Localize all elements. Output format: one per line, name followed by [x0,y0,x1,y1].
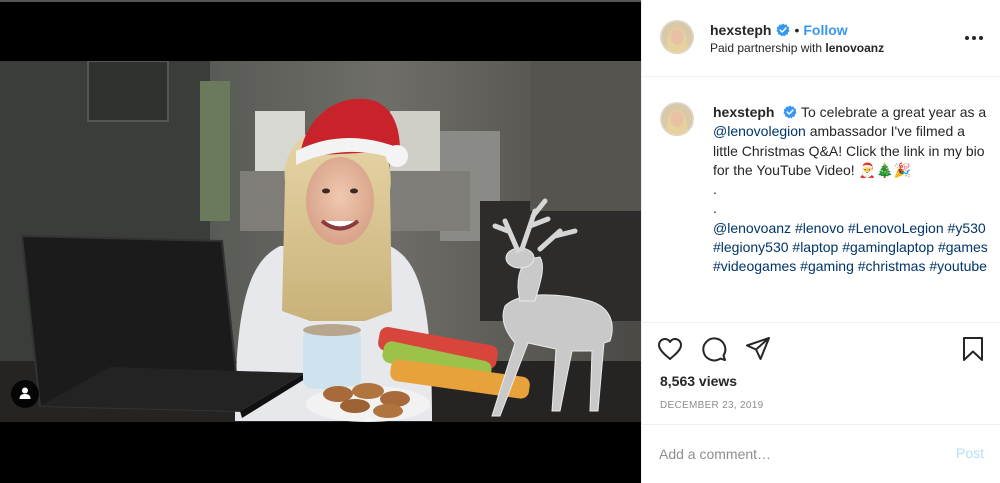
caption-dot-line: . [713,200,717,217]
comment-icon[interactable] [700,335,728,363]
post-caption: hexsteph To celebrate a great year as a … [713,103,988,277]
caption-emoji: 🎅🎄🎉 [858,161,911,178]
media-viewer [0,0,641,483]
hashtag-link[interactable]: #videogames [713,258,796,274]
post-date[interactable]: December 23, 2019 [660,400,763,411]
hashtag-link[interactable]: #laptop [792,239,838,255]
hashtag-link[interactable]: #christmas [858,258,926,274]
heart-icon[interactable] [656,335,684,363]
post-details-panel: hexsteph • Follow Paid partnership with … [641,0,1000,483]
separator-dot: • [794,22,800,38]
share-icon[interactable] [744,335,772,363]
author-avatar[interactable] [660,20,694,54]
user-tags-button[interactable] [11,380,39,408]
caption-author-avatar[interactable] [660,102,694,136]
header-user-row: hexsteph • Follow [710,22,848,38]
comment-input[interactable] [659,443,929,465]
author-username[interactable]: hexsteph [710,22,771,38]
hashtag-link[interactable]: #gaminglaptop [842,239,934,255]
follow-button[interactable]: Follow [803,22,847,38]
more-options-icon[interactable] [963,28,985,48]
hashtag-link[interactable]: #y530 [948,220,986,236]
hashtag-link[interactable]: @lenovoanz [713,220,791,236]
caption-text-1: To celebrate a great year as a [801,104,987,120]
instagram-post: hexsteph • Follow Paid partnership with … [0,0,1000,483]
verified-badge-icon [783,105,797,119]
hashtag-link[interactable]: #gaming [800,258,854,274]
caption-dot-line: . [713,181,717,198]
action-bar [656,335,772,363]
view-count[interactable]: 8,563 views [660,373,737,389]
post-comment-button[interactable]: Post [956,445,984,461]
hashtag-link[interactable]: #lenovo [795,220,844,236]
verified-badge-icon [776,23,790,37]
video-frame-image [0,61,641,422]
hashtag-link[interactable]: #legiony530 [713,239,789,255]
caption-mention-link[interactable]: @lenovolegion [713,123,806,139]
partner-link[interactable]: lenovoanz [825,41,884,55]
post-header: hexsteph • Follow Paid partnership with … [642,0,1000,77]
hashtag-link[interactable]: #games [938,239,988,255]
caption-hashtags: @lenovoanz #lenovo #LenovoLegion #y530 #… [713,219,988,277]
comment-form: Post [642,424,1000,483]
paid-partnership-label: Paid partnership with lenovoanz [710,41,884,55]
bookmark-icon[interactable] [959,335,987,363]
caption-username[interactable]: hexsteph [713,104,774,120]
hashtag-link[interactable]: #LenovoLegion [848,220,944,236]
video-player[interactable] [0,61,641,422]
user-tag-icon [18,386,32,403]
media-top-divider [0,0,641,2]
caption-section: hexsteph To celebrate a great year as a … [642,78,1000,322]
post-actions-section: 8,563 views December 23, 2019 [642,322,1000,411]
partnership-prefix: Paid partnership with [710,41,823,55]
hashtag-link[interactable]: #youtube [929,258,987,274]
